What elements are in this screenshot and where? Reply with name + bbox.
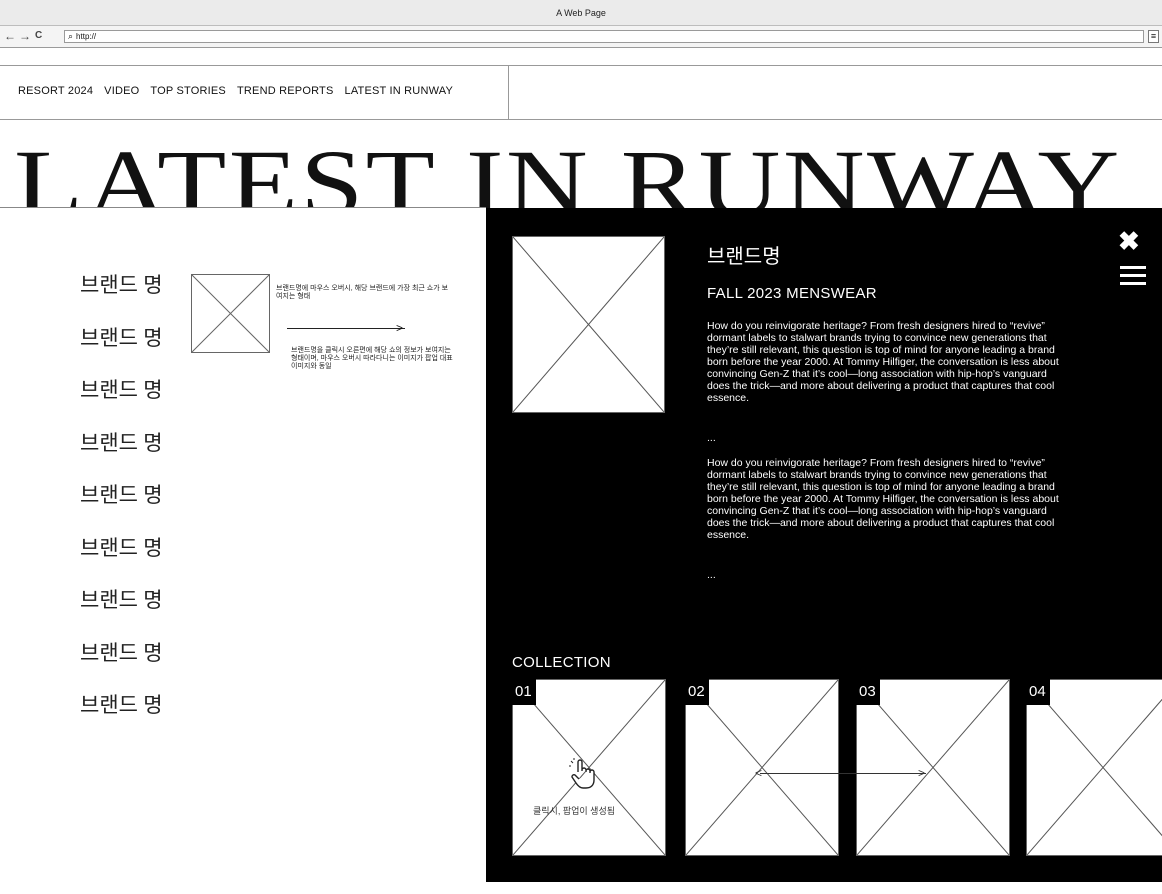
- arrow-right-icon: >: [918, 766, 926, 780]
- arrow-left-icon: <: [755, 766, 763, 780]
- brand-list-item[interactable]: 브랜드 명: [80, 536, 163, 589]
- panel-ellipsis: ...: [707, 569, 716, 581]
- panel-season-title: FALL 2023 MENSWEAR: [707, 285, 877, 302]
- carousel-drag-line: [760, 773, 926, 774]
- nav-item-resort-2024[interactable]: RESORT 2024: [18, 85, 93, 97]
- divider: [0, 65, 1162, 66]
- collection-number: 01: [512, 679, 536, 705]
- browser-toolbar: ← → C ⌕ http:// ≡: [0, 26, 1162, 48]
- collection-item[interactable]: 04: [1026, 679, 1162, 856]
- divider: [0, 207, 486, 208]
- brand-list-item[interactable]: 브랜드 명: [80, 641, 163, 694]
- collection-heading: COLLECTION: [512, 654, 611, 671]
- collection-image: [856, 679, 1010, 856]
- nav-item-latest-in-runway[interactable]: LATEST IN RUNWAY: [345, 85, 454, 97]
- brand-list-item[interactable]: 브랜드 명: [80, 431, 163, 484]
- forward-arrow-icon[interactable]: →: [19, 29, 31, 43]
- popup-annotation: 클릭시, 팝업이 생성됨: [533, 806, 616, 816]
- pointer-hand-icon: [569, 758, 595, 789]
- page-title-area: LATEST IN RUNWAY: [0, 120, 1162, 209]
- back-arrow-icon[interactable]: ←: [4, 29, 16, 43]
- panel-ellipsis: ...: [707, 432, 716, 444]
- collection-item[interactable]: 03: [856, 679, 1010, 856]
- brand-list-item[interactable]: 브랜드 명: [80, 378, 163, 431]
- brand-list-item[interactable]: 브랜드 명: [80, 326, 163, 379]
- top-navigation: RESORT 2024 VIDEO TOP STORIES TREND REPO…: [18, 85, 453, 97]
- collection-number: 03: [856, 679, 880, 705]
- search-icon: ⌕: [68, 31, 74, 41]
- browser-menu-icon[interactable]: ≡: [1148, 30, 1159, 43]
- reload-icon[interactable]: C: [35, 29, 42, 43]
- annotation-arrow: [287, 328, 405, 329]
- window-title: A Web Page: [556, 8, 606, 18]
- url-bar[interactable]: ⌕ http://: [64, 30, 1144, 43]
- divider: [508, 65, 509, 119]
- panel-brand-name: 브랜드명: [707, 246, 781, 268]
- url-text: http://: [76, 32, 97, 41]
- page-title: LATEST IN RUNWAY: [14, 130, 1122, 209]
- collection-number: 04: [1026, 679, 1050, 705]
- panel-description: How do you reinvigorate heritage? From f…: [707, 320, 1059, 404]
- brand-list: 브랜드 명 브랜드 명 브랜드 명 브랜드 명 브랜드 명 브랜드 명 브랜드 …: [80, 273, 163, 746]
- nav-item-trend-reports[interactable]: TREND REPORTS: [237, 85, 334, 97]
- hamburger-menu-icon[interactable]: [1120, 266, 1146, 286]
- hover-annotation: 브랜드명에 마우스 오버시, 해당 브랜드에 가장 최근 쇼가 보여지는 형태: [276, 285, 449, 300]
- collection-number: 02: [685, 679, 709, 705]
- brand-list-item[interactable]: 브랜드 명: [80, 273, 163, 326]
- hover-preview-image: [191, 274, 270, 353]
- collection-image: [1026, 679, 1162, 856]
- close-icon[interactable]: ✖: [1118, 228, 1140, 254]
- brand-list-item[interactable]: 브랜드 명: [80, 693, 163, 746]
- window-titlebar: A Web Page: [0, 0, 1162, 26]
- nav-item-top-stories[interactable]: TOP STORIES: [150, 85, 226, 97]
- arrow-right-icon: >: [396, 321, 404, 335]
- nav-item-video[interactable]: VIDEO: [104, 85, 139, 97]
- click-annotation: 브랜드명을 클릭시 오른편에 해당 쇼의 정보가 보여지는 형태이며, 마우스 …: [291, 347, 453, 370]
- panel-description: How do you reinvigorate heritage? From f…: [707, 457, 1059, 541]
- brand-list-item[interactable]: 브랜드 명: [80, 483, 163, 536]
- brand-list-item[interactable]: 브랜드 명: [80, 588, 163, 641]
- show-main-image: [512, 236, 665, 413]
